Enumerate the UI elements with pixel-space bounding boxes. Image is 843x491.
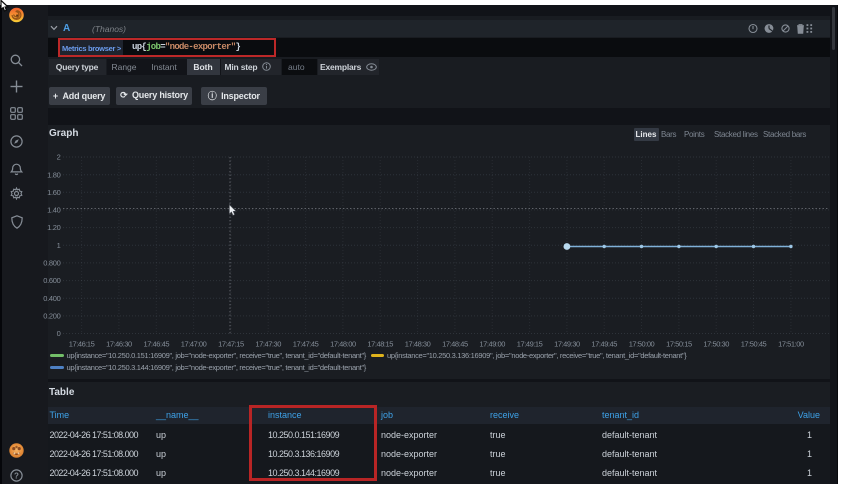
- svg-text:17:47:15: 17:47:15: [218, 340, 244, 349]
- svg-text:2: 2: [57, 153, 61, 162]
- svg-text:1: 1: [57, 241, 61, 250]
- svg-text:0: 0: [57, 329, 61, 338]
- svg-text:17:48:30: 17:48:30: [405, 340, 431, 349]
- svg-text:17:47:30: 17:47:30: [255, 340, 281, 349]
- svg-text:?: ?: [14, 471, 19, 480]
- svg-text:17:49:15: 17:49:15: [517, 340, 543, 349]
- svg-text:1.20: 1.20: [47, 223, 61, 232]
- svg-text:17:49:45: 17:49:45: [591, 340, 617, 349]
- svg-text:0.200: 0.200: [43, 312, 60, 321]
- svg-text:17:46:30: 17:46:30: [106, 340, 132, 349]
- svg-text:17:47:00: 17:47:00: [181, 340, 207, 349]
- svg-text:17:49:00: 17:49:00: [479, 340, 505, 349]
- svg-text:17:50:30: 17:50:30: [703, 340, 729, 349]
- svg-text:17:46:15: 17:46:15: [69, 340, 95, 349]
- svg-text:17:49:30: 17:49:30: [554, 340, 580, 349]
- svg-text:1.40: 1.40: [47, 206, 61, 215]
- svg-text:0.600: 0.600: [43, 276, 60, 285]
- svg-text:1.80: 1.80: [47, 170, 61, 179]
- svg-text:17:50:15: 17:50:15: [666, 340, 692, 349]
- svg-text:17:50:00: 17:50:00: [629, 340, 655, 349]
- svg-text:17:51:00: 17:51:00: [778, 340, 804, 349]
- svg-text:17:46:45: 17:46:45: [143, 340, 169, 349]
- svg-text:1.60: 1.60: [47, 188, 61, 197]
- svg-text:0.400: 0.400: [43, 294, 60, 303]
- svg-text:17:47:45: 17:47:45: [293, 340, 319, 349]
- svg-text:17:48:00: 17:48:00: [330, 340, 356, 349]
- svg-text:17:48:15: 17:48:15: [367, 340, 393, 349]
- svg-text:17:48:45: 17:48:45: [442, 340, 468, 349]
- svg-text:17:50:45: 17:50:45: [741, 340, 767, 349]
- svg-text:0.800: 0.800: [43, 259, 60, 268]
